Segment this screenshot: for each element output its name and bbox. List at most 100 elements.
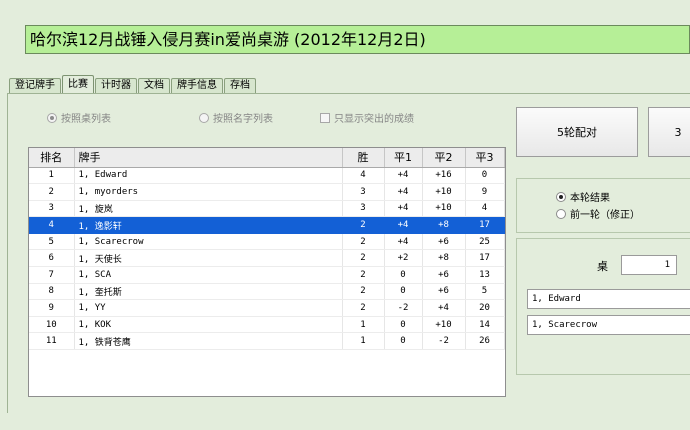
tiebreak-1-cell: 0 <box>384 332 423 351</box>
list-by-name-label: 按照名字列表 <box>213 114 273 125</box>
wins-cell: 2 <box>342 266 385 284</box>
rank-cell: 3 <box>29 200 75 218</box>
table-header-row: 排名 牌手 胜 平1 平2 平3 <box>29 148 505 168</box>
tab-archive[interactable]: 存档 <box>224 78 256 94</box>
table-row[interactable]: 11 1, 铁背苍鹰 1 0 -2 26 <box>29 332 505 351</box>
pair-round-button[interactable]: 5轮配对 <box>516 107 638 157</box>
rank-cell: 8 <box>29 283 75 301</box>
rank-cell: 9 <box>29 299 75 317</box>
rank-cell: 5 <box>29 233 75 251</box>
checkbox-icon <box>320 112 330 123</box>
current-round-option[interactable]: 本轮结果 <box>556 189 610 204</box>
table-row[interactable]: 7 1, SCA 2 0 +6 13 <box>29 266 505 284</box>
highlight-only-checkbox[interactable]: 只显示突出的成绩 <box>320 110 414 125</box>
rank-cell: 11 <box>29 332 75 351</box>
table-row[interactable]: 9 1, YY 2 -2 +4 20 <box>29 299 505 317</box>
tiebreak-2-cell: +8 <box>422 216 466 234</box>
tiebreak-2-cell: +6 <box>422 283 466 301</box>
radio-icon <box>556 208 566 219</box>
tiebreak-3-cell: 4 <box>465 200 505 218</box>
rank-cell: 2 <box>29 183 75 201</box>
table-number-input[interactable]: 1 <box>621 255 677 275</box>
player-2-field[interactable]: 1, Scarecrow <box>527 315 690 335</box>
player-cell: 1, 奎托斯 <box>74 283 343 301</box>
table-row[interactable]: 6 1, 天使长 2 +2 +8 17 <box>29 249 505 268</box>
tiebreak-2-cell: +10 <box>422 183 466 201</box>
tiebreak-1-cell: 0 <box>384 266 423 284</box>
wins-cell: 2 <box>342 216 385 234</box>
table-row[interactable]: 3 1, 旋岚 3 +4 +10 4 <box>29 200 505 218</box>
tiebreak-3-cell: 17 <box>465 249 505 268</box>
col-header-player[interactable]: 牌手 <box>74 148 343 168</box>
table-row[interactable]: 8 1, 奎托斯 2 0 +6 5 <box>29 283 505 301</box>
table-row[interactable]: 10 1, KOK 1 0 +10 14 <box>29 316 505 334</box>
tiebreak-3-cell: 20 <box>465 299 505 317</box>
tiebreak-3-cell: 25 <box>465 233 505 251</box>
player-cell: 1, 逸影轩 <box>74 216 343 234</box>
player-cell: 1, 天使长 <box>74 249 343 268</box>
tab-documents[interactable]: 文档 <box>138 78 170 94</box>
player-1-field[interactable]: 1, Edward <box>527 289 690 309</box>
table-row[interactable]: 1 1, Edward 4 +4 +16 0 <box>29 167 505 185</box>
table-row[interactable]: 4 1, 逸影轩 2 +4 +8 17 <box>29 216 505 234</box>
table-number-label: 桌 <box>597 260 608 273</box>
radio-icon <box>47 112 57 123</box>
wins-cell: 4 <box>342 167 385 185</box>
tiebreak-1-cell: +2 <box>384 249 423 268</box>
player-cell: 1, KOK <box>74 316 343 334</box>
wins-cell: 2 <box>342 283 385 301</box>
standings-table: 排名 牌手 胜 平1 平2 平3 1 1, Edward 4 +4 +16 0 2 1, my… <box>29 148 505 351</box>
list-by-table-option[interactable]: 按照桌列表 <box>47 110 111 125</box>
highlight-only-label: 只显示突出的成绩 <box>334 114 414 125</box>
rank-cell: 10 <box>29 316 75 334</box>
wins-cell: 2 <box>342 249 385 268</box>
tiebreak-3-cell: 0 <box>465 167 505 185</box>
tiebreak-2-cell: +16 <box>422 167 466 185</box>
wins-cell: 2 <box>342 233 385 251</box>
player-cell: 1, myorders <box>74 183 343 201</box>
player-cell: 1, YY <box>74 299 343 317</box>
tiebreak-3-cell: 14 <box>465 316 505 334</box>
col-header-tiebreak-3[interactable]: 平3 <box>465 148 505 168</box>
tiebreak-1-cell: 0 <box>384 316 423 334</box>
col-header-wins[interactable]: 胜 <box>342 148 385 168</box>
col-header-tiebreak-1[interactable]: 平1 <box>384 148 423 168</box>
tab-player-info[interactable]: 牌手信息 <box>171 78 223 94</box>
player-cell: 1, 铁背苍鹰 <box>74 332 343 351</box>
wins-cell: 3 <box>342 200 385 218</box>
tiebreak-1-cell: +4 <box>384 200 423 218</box>
tab-timer[interactable]: 计时器 <box>95 78 137 94</box>
list-by-table-label: 按照桌列表 <box>61 114 111 125</box>
tiebreak-3-cell: 26 <box>465 332 505 351</box>
wins-cell: 2 <box>342 299 385 317</box>
wins-cell: 1 <box>342 332 385 351</box>
tiebreak-1-cell: -2 <box>384 299 423 317</box>
tiebreak-2-cell: +6 <box>422 233 466 251</box>
current-round-label: 本轮结果 <box>570 193 610 204</box>
wins-cell: 1 <box>342 316 385 334</box>
window-title: 哈尔滨12月战锤入侵月赛in爱尚桌游 (2012年12月2日) <box>25 25 690 54</box>
rank-cell: 7 <box>29 266 75 284</box>
tiebreak-2-cell: +10 <box>422 316 466 334</box>
tiebreak-3-cell: 13 <box>465 266 505 284</box>
previous-round-option[interactable]: 前一轮（修正） <box>556 206 640 221</box>
radio-icon <box>199 112 209 123</box>
radio-icon <box>556 191 566 202</box>
rank-cell: 6 <box>29 249 75 268</box>
tab-register-players[interactable]: 登记牌手 <box>9 78 61 94</box>
table-row[interactable]: 2 1, myorders 3 +4 +10 9 <box>29 183 505 201</box>
col-header-tiebreak-2[interactable]: 平2 <box>422 148 466 168</box>
tiebreak-3-cell: 5 <box>465 283 505 301</box>
player-cell: 1, 旋岚 <box>74 200 343 218</box>
standings-grid[interactable]: 排名 牌手 胜 平1 平2 平3 1 1, Edward 4 +4 +16 0 2 1, my… <box>28 147 506 397</box>
player-cell: 1, SCA <box>74 266 343 284</box>
rank-cell: 1 <box>29 167 75 185</box>
secondary-button[interactable]: 3 <box>648 107 690 157</box>
tiebreak-2-cell: -2 <box>422 332 466 351</box>
tiebreak-3-cell: 9 <box>465 183 505 201</box>
tab-match[interactable]: 比赛 <box>62 75 94 94</box>
col-header-rank[interactable]: 排名 <box>29 148 75 168</box>
list-by-name-option[interactable]: 按照名字列表 <box>199 110 273 125</box>
table-row[interactable]: 5 1, Scarecrow 2 +4 +6 25 <box>29 233 505 251</box>
tiebreak-2-cell: +4 <box>422 299 466 317</box>
